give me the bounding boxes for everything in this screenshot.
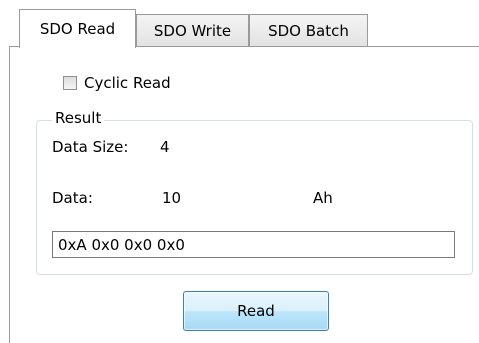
- data-unit: Ah: [313, 189, 333, 207]
- read-button[interactable]: Read: [183, 291, 329, 331]
- raw-bytes-text: 0xA 0x0 0x0 0x0: [58, 235, 185, 254]
- tab-sdo-batch-label: SDO Batch: [268, 22, 349, 40]
- data-label: Data:: [52, 189, 93, 207]
- cyclic-read-checkbox[interactable]: Cyclic Read: [63, 72, 171, 94]
- result-group-label: Result: [52, 108, 105, 128]
- data-size-label: Data Size:: [52, 138, 129, 156]
- tab-sdo-write[interactable]: SDO Write: [136, 14, 249, 47]
- raw-bytes-field[interactable]: 0xA 0x0 0x0 0x0: [52, 231, 455, 258]
- data-size-value: 4: [160, 138, 170, 156]
- tab-sdo-read-label: SDO Read: [39, 20, 116, 38]
- tab-sdo-read[interactable]: SDO Read: [19, 9, 136, 48]
- tab-strip: SDO Read SDO Write SDO Batch: [0, 0, 479, 48]
- cyclic-read-label: Cyclic Read: [84, 74, 171, 92]
- data-value: 10: [162, 189, 182, 207]
- read-button-label: Read: [237, 302, 275, 320]
- tab-sdo-write-label: SDO Write: [153, 22, 232, 40]
- checkbox-box[interactable]: [63, 76, 77, 90]
- tab-sdo-batch[interactable]: SDO Batch: [249, 14, 368, 47]
